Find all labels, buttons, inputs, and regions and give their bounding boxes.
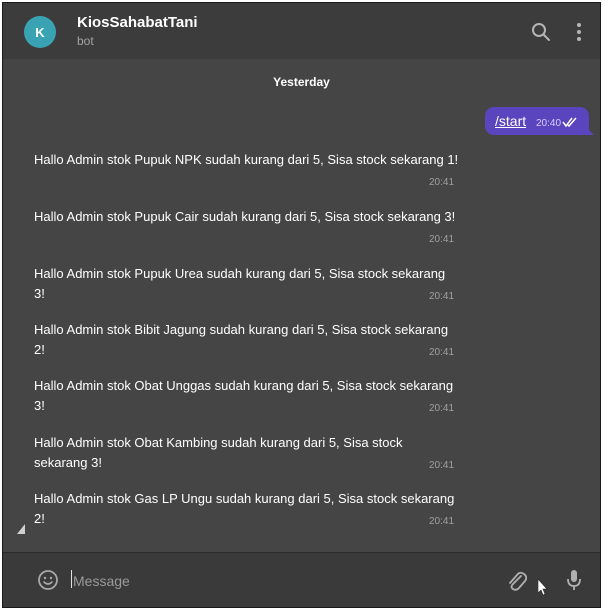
message-text: Hallo Admin stok Pupuk Urea sudah kurang… bbox=[34, 266, 446, 301]
command-link[interactable]: /start bbox=[495, 113, 526, 129]
message-time: 20:41 bbox=[429, 347, 455, 358]
message-time: 20:41 bbox=[429, 403, 455, 414]
incoming-message[interactable]: Hallo Admin stok Pupuk NPK sudah kurang … bbox=[34, 150, 474, 188]
chat-title[interactable]: KiosSahabatTani bbox=[77, 14, 198, 31]
chat-window: K KiosSahabatTani bot Yesterday /start 2… bbox=[2, 2, 601, 608]
message-text: Hallo Admin stok Pupuk Cair sudah kurang… bbox=[34, 209, 456, 224]
incoming-message[interactable]: Hallo Admin stok Bibit Jagung sudah kura… bbox=[34, 320, 474, 360]
bubble-tail-icon bbox=[586, 127, 594, 135]
message-time: 20:41 bbox=[429, 177, 455, 188]
search-icon[interactable] bbox=[530, 21, 552, 43]
message-time: 20:41 bbox=[429, 291, 455, 302]
microphone-icon[interactable] bbox=[565, 568, 583, 592]
chat-header: K KiosSahabatTani bot bbox=[3, 3, 600, 59]
message-text: Hallo Admin stok Bibit Jagung sudah kura… bbox=[34, 322, 449, 357]
message-input[interactable] bbox=[71, 567, 475, 595]
mouse-cursor-icon bbox=[538, 579, 548, 595]
emoji-icon[interactable] bbox=[37, 569, 59, 591]
message-list[interactable]: Yesterday /start 20:40 Hallo Admin stok … bbox=[3, 59, 600, 553]
incoming-message[interactable]: Hallo Admin stok Pupuk Cair sudah kurang… bbox=[34, 207, 474, 245]
double-check-icon bbox=[562, 117, 577, 128]
outgoing-message[interactable]: /start 20:40 bbox=[485, 107, 589, 135]
composer-bar bbox=[3, 552, 600, 607]
incoming-message[interactable]: Hallo Admin stok Pupuk Urea sudah kurang… bbox=[34, 264, 474, 304]
message-text: Hallo Admin stok Obat Unggas sudah kuran… bbox=[34, 378, 454, 413]
avatar[interactable]: K bbox=[24, 16, 56, 48]
message-time: 20:40 bbox=[536, 118, 562, 129]
message-time: 20:41 bbox=[429, 460, 455, 471]
message-text: Hallo Admin stok Obat Kambing sudah kura… bbox=[34, 435, 403, 470]
incoming-message[interactable]: Hallo Admin stok Obat Kambing sudah kura… bbox=[34, 433, 474, 473]
message-text: Hallo Admin stok Gas LP Ungu sudah kuran… bbox=[34, 491, 455, 526]
text-caret bbox=[71, 570, 72, 588]
incoming-message[interactable]: Hallo Admin stok Gas LP Ungu sudah kuran… bbox=[34, 489, 474, 529]
message-time: 20:41 bbox=[429, 516, 455, 527]
message-text: Hallo Admin stok Pupuk NPK sudah kurang … bbox=[34, 152, 459, 167]
message-time: 20:41 bbox=[429, 234, 455, 245]
more-vertical-icon[interactable] bbox=[572, 21, 586, 43]
chat-subtitle: bot bbox=[77, 34, 94, 48]
bubble-tail-icon bbox=[17, 524, 25, 534]
date-separator: Yesterday bbox=[273, 75, 330, 89]
incoming-message[interactable]: Hallo Admin stok Obat Unggas sudah kuran… bbox=[34, 376, 474, 416]
attach-icon[interactable] bbox=[505, 568, 527, 592]
